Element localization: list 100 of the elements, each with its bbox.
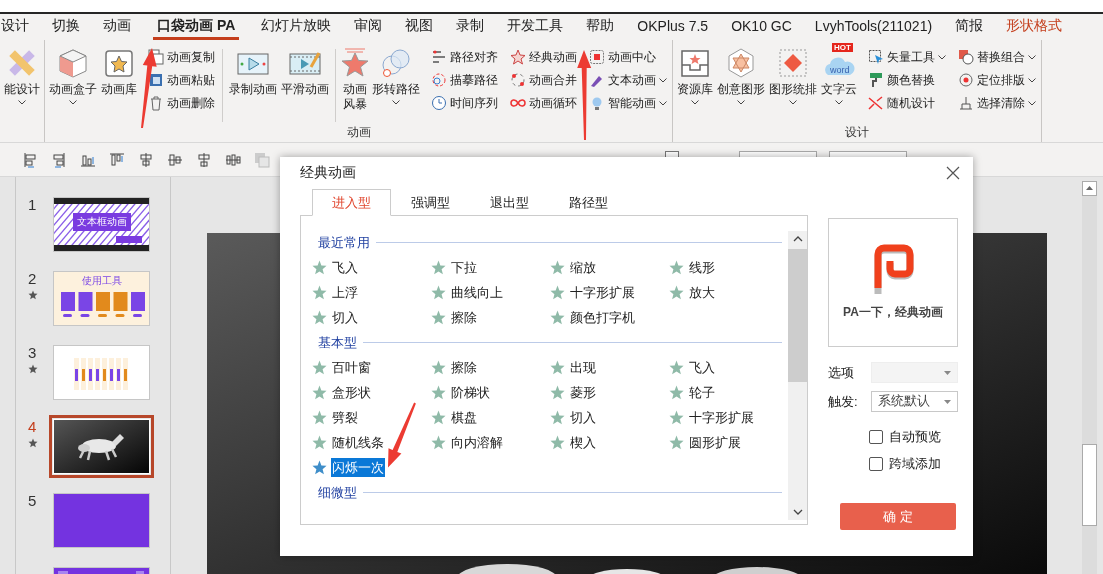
effect-option[interactable]: 劈裂 [331,408,359,427]
ribbon-tab[interactable]: 简报 [954,14,985,40]
ribbon-tab[interactable]: 幻灯片放映 [260,14,333,40]
ribbon-button[interactable]: 创意图形 [716,45,766,122]
effect-tab[interactable]: 强调型 [391,189,470,216]
align-center-icon[interactable] [138,151,154,168]
ribbon-tab[interactable]: OKPlus 7.5 [636,14,710,40]
align-left-icon[interactable] [22,151,38,168]
slide-number: 1 [28,197,37,212]
effect-option[interactable]: 切入 [331,308,359,327]
effect-option[interactable]: 阶梯状 [450,383,491,402]
align-top-icon[interactable] [109,151,125,168]
close-icon[interactable] [946,166,960,180]
ribbon-tab[interactable]: 形状格式 [1005,14,1064,40]
ribbon-tab[interactable]: 帮助 [585,14,616,40]
ribbon-button[interactable]: 替换组合 [956,47,1038,67]
effect-option[interactable]: 棋盘 [450,408,478,427]
star-icon [550,260,565,275]
distribute-icon[interactable] [225,151,241,168]
ribbon-button[interactable]: 动画删除 [146,93,217,113]
effect-option[interactable]: 闪烁一次 [331,458,385,477]
effect-option[interactable]: 线形 [688,258,716,277]
effect-option[interactable]: 百叶窗 [331,358,372,377]
dropdown-field[interactable]: 系统默认 [871,391,958,412]
checkbox[interactable] [869,457,883,471]
star-icon [431,260,446,275]
ribbon-button[interactable]: 录制动画 [228,45,278,122]
effect-option[interactable]: 缩放 [569,258,597,277]
ribbon-button[interactable]: 描摹路径 [429,70,500,90]
ribbon-tab[interactable]: 开发工具 [506,14,565,40]
effect-option[interactable]: 下拉 [450,258,478,277]
scroll-up-button[interactable] [1082,181,1097,196]
ribbon-button[interactable]: 资源库 [676,45,714,122]
ribbon-button[interactable]: 颜色替换 [866,70,948,90]
ribbon-button[interactable]: 选择清除 [956,93,1038,113]
checkbox-label: 自动预览 [889,428,941,446]
align-middle-icon[interactable] [167,151,183,168]
ribbon-button[interactable]: 动画循环 [508,93,579,113]
ribbon-tab[interactable]: 动画 [102,14,132,40]
effect-option[interactable]: 擦除 [450,358,478,377]
effect-option[interactable]: 菱形 [569,383,597,402]
ribbon-button[interactable]: 动画风暴 [341,45,369,122]
ribbon-button[interactable]: 动画盒子 [48,45,98,122]
effect-option[interactable]: 随机线条 [331,433,385,452]
ribbon-tab[interactable]: LvyhTools(211021) [813,14,934,40]
scrollbar-thumb[interactable] [788,249,807,382]
effect-option[interactable]: 上浮 [331,283,359,302]
ribbon-button[interactable]: 路径对齐 [429,47,500,67]
ribbon-tab[interactable]: 视图 [404,14,435,40]
ribbon-button[interactable]: 形转路径 [371,45,421,122]
effect-option[interactable]: 颜色打字机 [569,308,636,327]
effect-option[interactable]: 十字形扩展 [688,408,755,427]
ribbon-tab[interactable]: OK10 GC [730,14,793,40]
ribbon-button[interactable]: 随机设计 [866,93,948,113]
ribbon-button[interactable]: 图形统排 [768,45,818,122]
align-center-icon[interactable] [196,151,212,168]
effect-option[interactable]: 轮子 [688,383,716,402]
ribbon-tab[interactable]: 切换 [51,14,81,40]
effect-option[interactable]: 出现 [569,358,597,377]
checkbox[interactable] [869,430,883,444]
effect-option[interactable]: 飞入 [688,358,716,377]
effect-option[interactable]: 切入 [569,408,597,427]
ribbon-tab[interactable]: 口袋动画 PA [153,14,240,40]
effect-option[interactable]: 放大 [688,283,716,302]
ribbon-tab[interactable]: 录制 [455,14,486,40]
effect-option[interactable]: 圆形扩展 [688,433,742,452]
effect-tab[interactable]: 退出型 [470,189,549,216]
ribbon-button[interactable]: 定位排版 [956,70,1038,90]
effect-option[interactable]: 楔入 [569,433,597,452]
star-icon [312,285,327,300]
group-label: 设计 [845,123,869,141]
scrollbar-thumb[interactable] [1082,444,1097,526]
ribbon-button[interactable]: 动画中心 [587,47,669,67]
effect-option[interactable]: 盒形状 [331,383,372,402]
ribbon-button[interactable]: 平滑动画 [280,45,330,122]
effect-option[interactable]: 擦除 [450,308,478,327]
effect-tab[interactable]: 进入型 [312,189,391,216]
ribbon-button[interactable]: 时间序列 [429,93,500,113]
effect-tab[interactable]: 路径型 [549,189,628,216]
sparkle-icon [510,72,526,88]
scroll-up-icon[interactable] [792,236,803,242]
clock-icon [431,95,447,111]
ribbon-tab[interactable]: 审阅 [353,14,384,40]
effect-option[interactable]: 飞入 [331,258,359,277]
ribbon-button[interactable]: 经典动画 [508,47,579,67]
effect-option[interactable]: 曲线向上 [450,283,504,302]
ribbon-button[interactable]: 智能动画 [587,93,669,113]
ribbon-button[interactable]: 文本动画 [587,70,669,90]
star-icon [550,360,565,375]
effect-option[interactable]: 十字形扩展 [569,283,636,302]
ribbon-button[interactable]: HOT word 文字云 [820,45,858,122]
ribbon-tab[interactable]: 设计 [0,14,30,40]
effect-option[interactable]: 向内溶解 [450,433,504,452]
align-right-icon[interactable] [51,151,67,168]
ribbon-button[interactable]: 矢量工具 [866,47,948,67]
scroll-down-icon[interactable] [792,509,803,515]
tray-icon [679,47,711,79]
ribbon-button[interactable]: 动画库 [100,45,138,122]
ribbon-button[interactable]: 动画合并 [508,70,579,90]
ribbon-button[interactable]: 能设计 [3,45,41,122]
